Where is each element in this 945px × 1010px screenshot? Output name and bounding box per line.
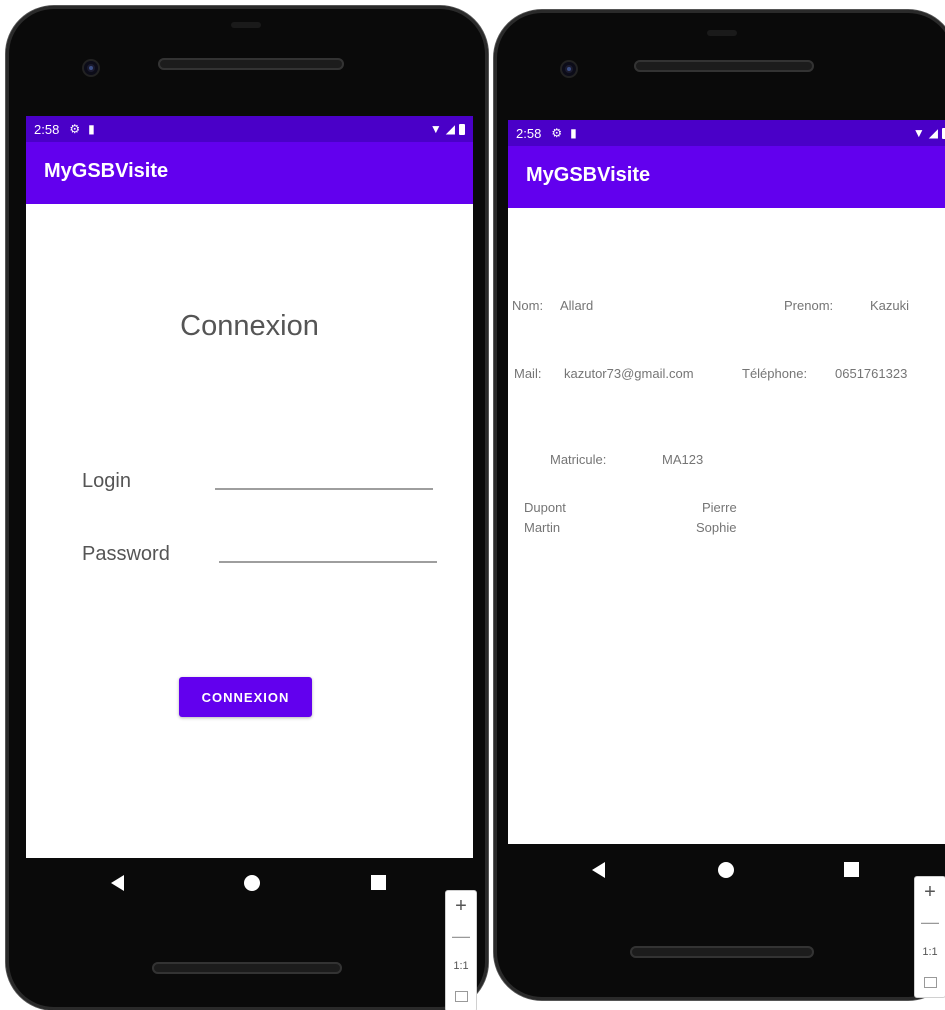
prenom-value: Kazuki: [870, 298, 910, 313]
zoom-panel-left: + — 1:1: [445, 890, 477, 1010]
zoom-panel-right: + — 1:1: [914, 876, 945, 998]
back-icon[interactable]: [111, 875, 124, 891]
telephone-value: 0651761323: [835, 366, 908, 381]
password-label: Password: [82, 543, 170, 565]
speaker-grille-bottom: [630, 946, 814, 958]
connexion-button[interactable]: CONNEXION: [179, 677, 312, 717]
recents-icon[interactable]: [844, 862, 859, 877]
zoom-fit-button[interactable]: [446, 981, 476, 1010]
matricule-value: MA123: [662, 452, 704, 467]
list-item-prenom: Pierre: [702, 500, 737, 515]
nom-value: Allard: [560, 298, 594, 313]
earpiece-notch: [707, 30, 737, 36]
phone-right: 2:58 ⚙ ▮ ▼ ◢ MyGSBVisite Nom: Allard Pre…: [494, 10, 945, 1000]
status-bar: 2:58 ⚙ ▮ ▼ ◢: [26, 116, 473, 142]
prenom-label: Prenom:: [784, 298, 834, 313]
speaker-grille-top: [158, 58, 344, 70]
home-icon[interactable]: [718, 862, 734, 878]
speaker-grille-bottom: [152, 962, 342, 974]
back-icon[interactable]: [592, 862, 605, 878]
zoom-fit-button[interactable]: [915, 967, 945, 997]
signal-icon: ◢: [928, 126, 938, 140]
emulator-stage: 2:58 ⚙ ▮ ▼ ◢ MyGSBVisite Connexion Login…: [0, 0, 945, 1010]
home-icon[interactable]: [244, 875, 260, 891]
nom-label: Nom:: [512, 298, 544, 313]
wifi-icon: ▼: [912, 126, 925, 140]
matricule-label: Matricule:: [550, 452, 607, 467]
status-right: ▼ ◢: [913, 126, 945, 140]
status-time: 2:58: [34, 121, 60, 137]
app-title: MyGSBVisite: [44, 160, 169, 182]
zoom-in-button[interactable]: +: [915, 877, 945, 907]
sd-card-icon: ▮: [570, 126, 577, 140]
page-title: Connexion: [180, 310, 319, 342]
zoom-actual-size-button[interactable]: 1:1: [446, 951, 476, 981]
profile-screen: 2:58 ⚙ ▮ ▼ ◢ MyGSBVisite Nom: Allard Pre…: [508, 120, 945, 844]
earpiece-notch: [231, 22, 261, 28]
zoom-in-button[interactable]: +: [446, 891, 476, 921]
login-input[interactable]: [215, 464, 433, 490]
front-camera: [84, 61, 98, 75]
zoom-actual-size-button[interactable]: 1:1: [915, 937, 945, 967]
list-item-nom: Martin: [524, 520, 561, 535]
sd-card-icon: ▮: [88, 122, 95, 136]
app-bar: MyGSBVisite: [508, 146, 945, 208]
phone-left: 2:58 ⚙ ▮ ▼ ◢ MyGSBVisite Connexion Login…: [6, 6, 488, 1010]
battery-icon: [459, 123, 465, 135]
speaker-grille-top: [634, 60, 814, 72]
telephone-label: Téléphone:: [742, 366, 808, 381]
list-item-prenom: Sophie: [696, 520, 737, 535]
zoom-out-button[interactable]: —: [446, 921, 476, 951]
list-item-nom: Dupont: [524, 500, 566, 515]
fit-screen-icon: [923, 977, 937, 989]
status-right: ▼ ◢: [430, 122, 465, 136]
login-label: Login: [82, 470, 131, 492]
password-input[interactable]: [219, 537, 437, 563]
gear-icon: ⚙: [551, 126, 563, 140]
recents-icon[interactable]: [371, 875, 386, 890]
zoom-out-button[interactable]: —: [915, 907, 945, 937]
fit-screen-icon: [454, 991, 468, 1003]
app-title: MyGSBVisite: [526, 164, 651, 186]
status-bar: 2:58 ⚙ ▮ ▼ ◢: [508, 120, 945, 146]
login-screen: 2:58 ⚙ ▮ ▼ ◢ MyGSBVisite Connexion Login…: [26, 116, 473, 858]
mail-value: kazutor73@gmail.com: [564, 366, 694, 381]
status-time: 2:58: [516, 125, 542, 141]
app-bar: MyGSBVisite: [26, 142, 473, 204]
signal-icon: ◢: [445, 122, 455, 136]
wifi-icon: ▼: [429, 122, 442, 136]
mail-label: Mail:: [514, 366, 542, 381]
front-camera: [562, 62, 576, 76]
gear-icon: ⚙: [69, 122, 81, 136]
